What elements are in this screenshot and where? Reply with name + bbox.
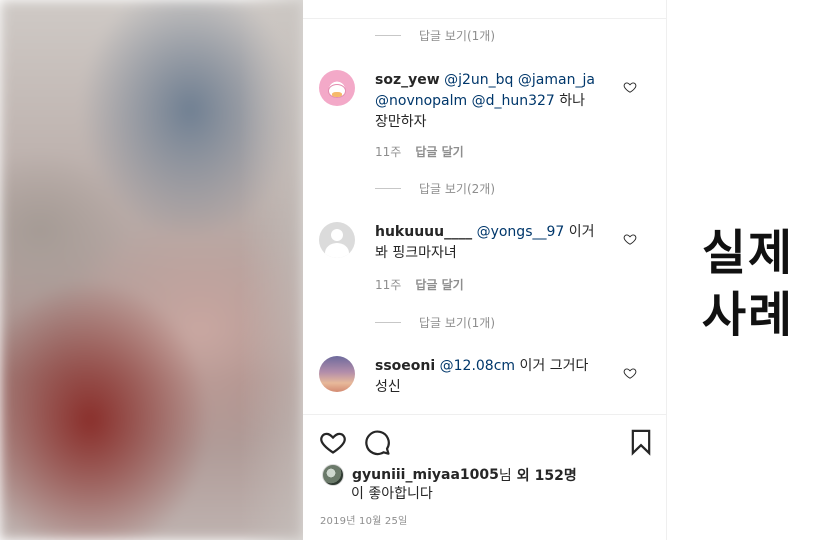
side-caption-line2: 사례 xyxy=(701,287,795,343)
liker-avatar[interactable] xyxy=(322,464,344,486)
comments-panel: 답글 보기(1개) soz_yew @j2un_bq @jaman_ja @no… xyxy=(303,0,667,540)
view-replies-button[interactable]: 답글 보기(1개) xyxy=(375,27,495,43)
heart-icon[interactable] xyxy=(319,428,347,456)
reply-button[interactable]: 답글 달기 xyxy=(415,276,463,292)
view-replies-label: 답글 보기(1개) xyxy=(419,28,496,43)
avatar-head xyxy=(331,229,343,241)
side-caption-line1: 실제 xyxy=(701,225,795,281)
bookmark-icon[interactable] xyxy=(627,428,655,456)
post-photo-edge xyxy=(240,0,303,540)
comment-text: soz_yew @j2un_bq @jaman_ja @novnopalm @d… xyxy=(375,70,615,133)
mention-link[interactable]: @jaman_ja xyxy=(518,72,595,88)
mention-link[interactable]: @12.08cm xyxy=(440,358,515,374)
replies-dash xyxy=(375,187,401,189)
heart-outline-icon[interactable] xyxy=(623,232,637,246)
sunset-avatar[interactable] xyxy=(319,356,355,392)
view-replies-label: 답글 보기(1개) xyxy=(419,315,496,330)
likes-other-prefix[interactable]: 외 xyxy=(517,465,530,485)
comment-meta: 11주 답글 달기 xyxy=(375,143,464,159)
side-caption: 실제 사례 xyxy=(690,222,806,346)
comment-bubble-icon[interactable] xyxy=(363,428,391,456)
heart-outline-icon[interactable] xyxy=(623,80,637,94)
actions-divider xyxy=(303,414,667,415)
heart-outline-icon[interactable] xyxy=(623,366,637,380)
comment-text: ssoeoni @12.08cm 이거 그거다 성신 xyxy=(375,356,615,398)
default-avatar[interactable] xyxy=(319,222,355,258)
replies-dash xyxy=(375,321,401,323)
avatar-body xyxy=(325,243,349,258)
mention-link[interactable]: @d_hun327 xyxy=(472,93,555,109)
view-replies-button[interactable]: 답글 보기(2개) xyxy=(375,180,495,196)
view-replies-button[interactable]: 답글 보기(1개) xyxy=(375,314,495,330)
likes-summary: gyuniii_miyaa1005 님 외 152명 xyxy=(322,464,577,486)
replies-dash xyxy=(375,34,401,36)
likes-tail-text: 이 좋아합니다 xyxy=(351,486,433,502)
liker-username[interactable]: gyuniii_miyaa1005 xyxy=(352,467,499,483)
liker-suffix: 님 xyxy=(498,468,512,484)
view-replies-label: 답글 보기(2개) xyxy=(419,181,496,196)
panel-top-divider xyxy=(303,18,667,19)
comment-time[interactable]: 11주 xyxy=(375,143,401,159)
comment-time[interactable]: 11주 xyxy=(375,276,401,292)
likes-count[interactable]: 152명 xyxy=(535,465,577,485)
post-date[interactable]: 2019년 10월 25일 xyxy=(320,512,407,527)
mention-link[interactable]: @novnopalm xyxy=(375,93,467,109)
comment-meta: 11주 답글 달기 xyxy=(375,276,464,292)
pink-duck-avatar[interactable] xyxy=(319,70,355,106)
comment-username[interactable]: ssoeoni xyxy=(375,358,435,374)
mention-link[interactable]: @yongs__97 xyxy=(477,224,565,240)
mention-link[interactable]: @j2un_bq xyxy=(444,72,513,88)
duck-bill xyxy=(332,92,342,97)
comment-username[interactable]: hukuuuu____ xyxy=(375,224,472,240)
comment-username[interactable]: soz_yew xyxy=(375,72,440,88)
reply-button[interactable]: 답글 달기 xyxy=(415,143,463,159)
comment-text: hukuuuu____ @yongs__97 이거 봐 핑크마자녀 xyxy=(375,222,615,264)
